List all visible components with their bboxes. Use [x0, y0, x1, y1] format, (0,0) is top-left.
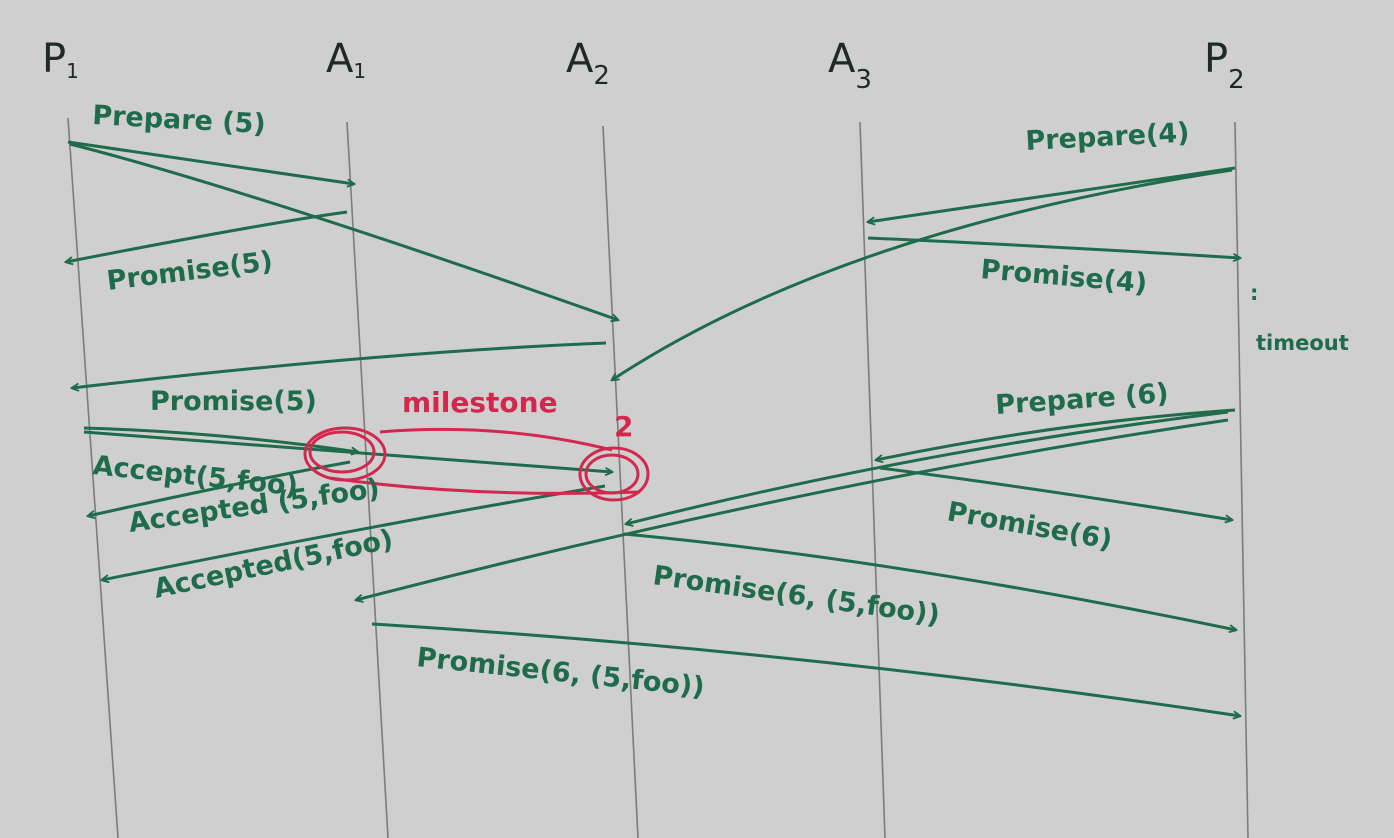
label-promise-6: Promise(6): [945, 496, 1115, 556]
arrow-promise-4: [867, 236, 1240, 258]
timeline-a2: [602, 125, 639, 838]
milestone-label: milestone: [402, 386, 558, 419]
timeout-dots: :: [1250, 281, 1258, 305]
arrow-prepare-5-a1: [67, 140, 354, 184]
label-promise-5-a1: Promise(5): [105, 246, 274, 297]
arrow-prepare-5-a2: [69, 142, 618, 320]
label-promise-4: Promise(4): [979, 254, 1148, 299]
milestone-number: 2: [614, 410, 633, 443]
arrow-prepare-6-a2: [626, 410, 1229, 524]
lane-title-a1: A1: [326, 36, 366, 83]
paxos-sequence-diagram: P1 A1 A2 A3 P2 Prepare (5) Promise(5) Pr…: [42, 36, 1349, 838]
arrow-promise-6-a3: [879, 466, 1232, 520]
label-promise-6-a2: Promise(6, (5,foo)): [651, 560, 942, 631]
lane-title-a2: A2: [566, 36, 610, 91]
label-promise-5-a2: Promise(5): [150, 386, 317, 417]
timeline-p2: [1234, 121, 1249, 838]
label-prepare-5: Prepare (5): [92, 100, 267, 140]
label-prepare-6: Prepare (6): [994, 378, 1169, 421]
timeout-label: timeout: [1256, 331, 1349, 355]
milestone-circle-a2-inner: [584, 453, 640, 495]
label-prepare-4: Prepare(4): [1025, 117, 1190, 157]
arrow-prepare-6-a1: [356, 418, 1229, 600]
lane-title-a3: A3: [828, 36, 872, 95]
lane-title-p1: P1: [42, 36, 79, 83]
arrow-promise-5-a2: [72, 341, 607, 388]
milestone-loop-top: [379, 427, 613, 452]
arrow-prepare-4-a3: [868, 166, 1236, 222]
label-promise-6-a1: Promise(6, (5,foo)): [415, 642, 706, 703]
lane-title-p2: P2: [1204, 36, 1245, 95]
